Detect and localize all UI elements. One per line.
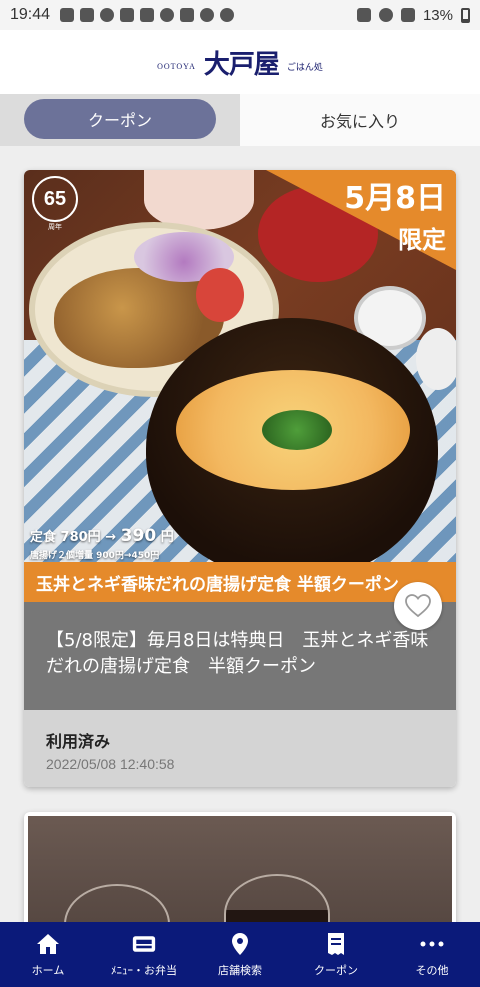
link-icon	[60, 8, 75, 22]
promo-limited: 限定	[398, 226, 446, 254]
nav-more-label: その他	[415, 963, 449, 977]
extra-price: 唐揚げ２個増量 900円→450円	[30, 551, 160, 561]
logo-small-text: OOTOYA	[157, 61, 196, 71]
nav-store-search[interactable]: 店舗検索	[192, 922, 288, 987]
status-time: 19:44	[10, 6, 51, 23]
coupon-banner: 玉丼とネギ香味だれの唐揚げ定食 半額クーポン	[24, 562, 456, 602]
side-dish	[144, 170, 254, 230]
set-price: 定食 780円 → 390 円	[30, 526, 174, 546]
nav-store-search-label: 店舗検索	[218, 963, 262, 977]
anniversary-badge: 65 周年	[30, 176, 80, 232]
location-pin-icon	[228, 932, 252, 956]
tab-bar: クーポン お気に入り	[0, 94, 480, 146]
calendar-icon	[180, 8, 195, 22]
usage-status-area: 利用済み 2022/05/08 12:40:58	[24, 710, 456, 787]
heart-icon	[405, 594, 431, 618]
anniversary-caption: 周年	[48, 223, 62, 231]
nav-home-label: ホーム	[31, 963, 65, 977]
tab-coupon[interactable]: クーポン	[24, 99, 216, 139]
nav-more[interactable]: その他	[384, 922, 480, 987]
coupon-title: 【5/8限定】毎月8日は特典日 玉丼とネギ香味だれの唐揚げ定食 半額クーポン	[24, 602, 456, 710]
signal-icon	[400, 8, 415, 22]
usage-status: 利用済み	[46, 732, 111, 751]
logo-sub-text: ごはん処	[286, 62, 323, 73]
promo-date: 5月8日	[344, 181, 446, 216]
coupon-image: 5月8日 限定 65 周年 定食 780円 → 390 円 唐揚げ２個増量 90…	[24, 170, 456, 602]
old-price: 780円	[60, 530, 101, 545]
favorite-button[interactable]	[394, 582, 442, 630]
nav-coupon-label: クーポン	[314, 963, 358, 977]
app-header: OOTOYA 大戸屋 ごはん処	[0, 30, 480, 94]
globe-icon	[100, 8, 115, 22]
wifi-icon	[378, 8, 393, 22]
new-price: 390	[120, 526, 157, 546]
line-icon	[80, 8, 95, 22]
chat-icon	[220, 8, 235, 22]
mute-icon	[356, 8, 371, 22]
price-info: 定食 780円 → 390 円 唐揚げ２個増量 900円→450円	[30, 526, 174, 561]
scallion-topping	[262, 410, 332, 450]
price-arrow: →	[105, 530, 117, 545]
coupon-icon	[324, 932, 348, 956]
bottom-nav: ホーム ﾒﾆｭｰ・お弁当 店舗検索 クーポン その他	[0, 922, 480, 987]
menu-icon	[132, 932, 156, 956]
nav-menu-label: ﾒﾆｭｰ・お弁当	[111, 963, 177, 977]
nav-menu[interactable]: ﾒﾆｭｰ・お弁当	[96, 922, 192, 987]
weather-icon	[200, 8, 215, 22]
notification-icons	[60, 8, 235, 22]
more-icon	[420, 932, 444, 956]
battery-icon	[461, 7, 470, 23]
nav-home[interactable]: ホーム	[0, 922, 96, 987]
condiment-dish	[416, 328, 456, 390]
tomato	[196, 268, 244, 322]
home-icon	[36, 932, 60, 956]
battery-level: 13%	[422, 6, 453, 24]
tab-favorites[interactable]: お気に入り	[240, 94, 480, 146]
status-bar: 19:44 13%	[0, 0, 480, 30]
usage-timestamp: 2022/05/08 12:40:58	[46, 756, 175, 772]
new-price-unit: 円	[160, 530, 174, 545]
anniversary-number: 65	[32, 176, 78, 222]
settings-icon	[160, 8, 175, 22]
coupon-card[interactable]: 5月8日 限定 65 周年 定食 780円 → 390 円 唐揚げ２個増量 90…	[24, 170, 456, 787]
set-label: 定食	[30, 530, 57, 545]
system-icons: 13%	[356, 6, 470, 24]
nav-coupon[interactable]: クーポン	[288, 922, 384, 987]
logo: 大戸屋	[203, 49, 280, 80]
image-icon	[120, 8, 135, 22]
news-icon	[140, 8, 155, 22]
